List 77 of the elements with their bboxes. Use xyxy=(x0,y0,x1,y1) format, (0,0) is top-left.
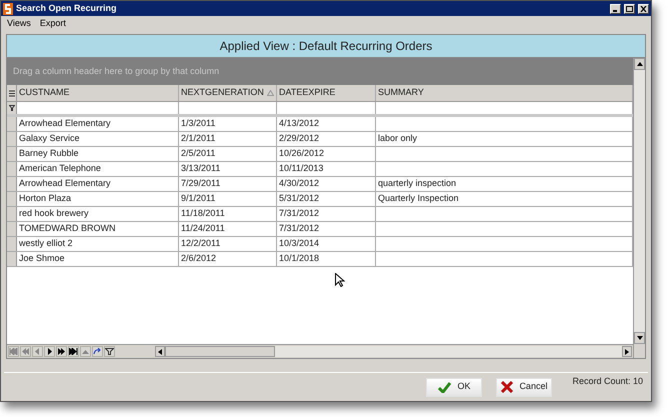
table-cell-text: 3/13/2011 xyxy=(181,162,220,176)
scroll-down-icon[interactable] xyxy=(636,336,642,340)
table-cell-text: 2/1/2011 xyxy=(181,132,216,146)
sort-ascending-icon xyxy=(266,90,274,96)
table-cell-text: 10/11/2013 xyxy=(279,162,324,176)
vertical-scrollbar[interactable] xyxy=(633,58,645,358)
table-cell-text: Barney Rubble xyxy=(19,147,79,160)
column-chooser-icon[interactable] xyxy=(8,90,14,96)
minimize-icon[interactable] xyxy=(610,4,621,14)
row-selector[interactable] xyxy=(7,132,17,146)
table-cell-text: westly elliot 2 xyxy=(19,237,73,250)
row-selector[interactable] xyxy=(7,192,17,206)
table-cell-text: 9/1/2011 xyxy=(181,192,216,206)
table-cell-text: 4/30/2012 xyxy=(279,177,320,190)
table-cell-text: 1/3/2011 xyxy=(181,117,216,130)
refresh-icon[interactable] xyxy=(92,346,103,357)
row-selector[interactable] xyxy=(7,177,17,191)
column-header[interactable]: DATEEXPIRE xyxy=(277,85,376,101)
table-cell-text: 10/26/2012 xyxy=(279,147,324,160)
row-selector[interactable] xyxy=(7,237,17,251)
row-selector[interactable] xyxy=(7,162,17,176)
horizontal-scrollbar[interactable] xyxy=(155,346,632,357)
row-selector[interactable] xyxy=(7,222,17,236)
cancel-button[interactable]: Cancel xyxy=(496,378,552,396)
column-header[interactable]: NEXTGENERATION xyxy=(179,85,277,101)
table-cell-text: American Telephone xyxy=(19,162,101,176)
next-icon[interactable] xyxy=(44,346,55,357)
check-icon xyxy=(438,382,452,392)
row-selector[interactable] xyxy=(7,252,17,266)
menu-item[interactable]: Views xyxy=(7,16,31,30)
row-selector[interactable] xyxy=(7,147,17,161)
group-hint: Drag a column header here to group by that column xyxy=(13,64,220,78)
table-cell-text: 2/6/2012 xyxy=(181,252,216,266)
first-page-icon[interactable] xyxy=(8,346,19,357)
table-cell-text: 5/31/2012 xyxy=(279,192,320,206)
table-cell-text: labor only xyxy=(378,132,418,146)
ok-button[interactable]: OK xyxy=(426,378,482,396)
table-cell-text: Joe Shmoe xyxy=(19,252,65,266)
last-page-icon[interactable] xyxy=(68,346,79,357)
table-cell-text: quarterly inspection xyxy=(378,177,456,190)
table-cell-text: Arrowhead Elementary xyxy=(19,177,111,190)
menu-item[interactable]: Export xyxy=(40,16,66,30)
row-selector[interactable] xyxy=(7,207,17,221)
table-cell-text: 10/1/2018 xyxy=(279,252,320,266)
table-cell-text: 11/18/2011 xyxy=(181,207,225,220)
table-cell-text: 2/29/2012 xyxy=(279,132,320,146)
window-title: Search Open Recurring xyxy=(16,2,118,15)
table-cell-text: 7/31/2012 xyxy=(279,207,320,220)
previous-page-icon[interactable] xyxy=(20,346,31,357)
table-cell-text: 11/24/2011 xyxy=(181,222,225,236)
filter-icon[interactable] xyxy=(104,346,115,357)
maximize-icon[interactable] xyxy=(624,4,635,14)
row-selector[interactable] xyxy=(7,117,17,131)
table-cell-text: 7/31/2012 xyxy=(279,222,320,236)
scroll-left-icon[interactable] xyxy=(158,348,162,354)
next-page-icon[interactable] xyxy=(56,346,67,357)
record-count: Record Count: 10 xyxy=(572,375,643,388)
app-icon xyxy=(3,2,13,14)
table-cell-text: red hook brewery xyxy=(19,207,89,220)
table-cell-text: 4/13/2012 xyxy=(279,117,320,130)
mouse-cursor-icon xyxy=(335,273,345,287)
table-cell-text: 12/2/2011 xyxy=(181,237,220,250)
table-cell-text: TOMEDWARD BROWN xyxy=(19,222,116,236)
table-cell-text: Quarterly Inspection xyxy=(378,192,459,206)
table-cell-text: Horton Plaza xyxy=(19,192,72,206)
table-cell-text: Arrowhead Elementary xyxy=(19,117,111,130)
table-cell-text: 2/5/2011 xyxy=(181,147,216,160)
column-header[interactable]: CUSTNAME xyxy=(17,85,179,101)
table-cell-text: 10/3/2014 xyxy=(279,237,320,250)
scroll-up-icon[interactable] xyxy=(636,62,642,66)
table-cell-text: Galaxy Service xyxy=(19,132,80,146)
close-icon[interactable] xyxy=(638,4,649,14)
view-header: Applied View : Default Recurring Orders xyxy=(7,35,645,58)
scroll-right-icon[interactable] xyxy=(625,348,629,354)
table-cell-text: 7/29/2011 xyxy=(181,177,220,190)
cross-icon xyxy=(501,381,514,393)
filter-icon xyxy=(8,105,14,111)
